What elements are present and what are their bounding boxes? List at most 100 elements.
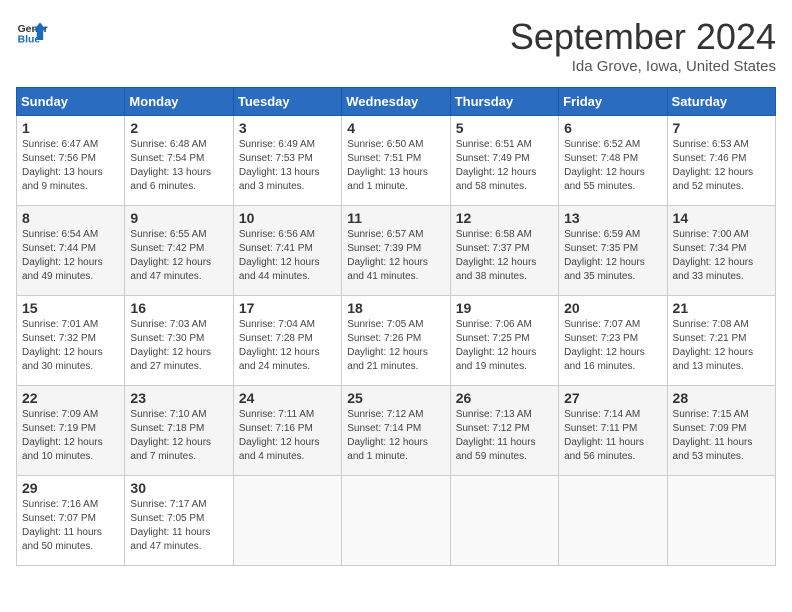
day-info: Sunrise: 6:58 AMSunset: 7:37 PMDaylight:…	[456, 228, 553, 284]
header-sunday: Sunday	[17, 88, 125, 116]
header-friday: Friday	[559, 88, 667, 116]
day-number: 24	[239, 390, 336, 406]
day-info: Sunrise: 7:05 AMSunset: 7:26 PMDaylight:…	[347, 318, 444, 374]
calendar-cell: 9Sunrise: 6:55 AMSunset: 7:42 PMDaylight…	[125, 206, 233, 296]
day-info: Sunrise: 6:47 AMSunset: 7:56 PMDaylight:…	[22, 138, 119, 194]
day-number: 6	[564, 120, 661, 136]
calendar-cell	[667, 476, 775, 566]
week-row-2: 8 Sunrise: 6:54 AMSunset: 7:44 PMDaylight…	[17, 206, 776, 296]
day-number: 8	[22, 210, 119, 226]
day-info: Sunrise: 7:13 AMSunset: 7:12 PMDaylight:…	[456, 408, 553, 464]
calendar-cell: 6 Sunrise: 6:52 AMSunset: 7:48 PMDaylight…	[559, 116, 667, 206]
week-row-1: 1 Sunrise: 6:47 AMSunset: 7:56 PMDaylight…	[17, 116, 776, 206]
calendar-cell: 7 Sunrise: 6:53 AMSunset: 7:46 PMDaylight…	[667, 116, 775, 206]
calendar-cell: 1 Sunrise: 6:47 AMSunset: 7:56 PMDaylight…	[17, 116, 125, 206]
header-row: SundayMondayTuesdayWednesdayThursdayFrid…	[17, 88, 776, 116]
day-number: 26	[456, 390, 553, 406]
day-info: Sunrise: 6:54 AMSunset: 7:44 PMDaylight:…	[22, 228, 119, 284]
day-number: 23	[130, 390, 227, 406]
day-info: Sunrise: 7:11 AMSunset: 7:16 PMDaylight:…	[239, 408, 336, 464]
day-info: Sunrise: 7:00 AMSunset: 7:34 PMDaylight:…	[673, 228, 770, 284]
day-info: Sunrise: 7:12 AMSunset: 7:14 PMDaylight:…	[347, 408, 444, 464]
day-number: 14	[673, 210, 770, 226]
day-info: Sunrise: 7:01 AMSunset: 7:32 PMDaylight:…	[22, 318, 119, 374]
day-number: 3	[239, 120, 336, 136]
day-info: Sunrise: 7:06 AMSunset: 7:25 PMDaylight:…	[456, 318, 553, 374]
calendar-cell: 26 Sunrise: 7:13 AMSunset: 7:12 PMDayligh…	[450, 386, 558, 476]
calendar-cell	[233, 476, 341, 566]
day-number: 2	[130, 120, 227, 136]
calendar-cell: 25 Sunrise: 7:12 AMSunset: 7:14 PMDayligh…	[342, 386, 450, 476]
day-info: Sunrise: 6:52 AMSunset: 7:48 PMDaylight:…	[564, 138, 661, 194]
calendar-cell: 11Sunrise: 6:57 AMSunset: 7:39 PMDayligh…	[342, 206, 450, 296]
calendar-cell: 21 Sunrise: 7:08 AMSunset: 7:21 PMDayligh…	[667, 296, 775, 386]
calendar-cell: 14 Sunrise: 7:00 AMSunset: 7:34 PMDayligh…	[667, 206, 775, 296]
day-number: 7	[673, 120, 770, 136]
day-number: 15	[22, 300, 119, 316]
day-info: Sunrise: 7:14 AMSunset: 7:11 PMDaylight:…	[564, 408, 661, 464]
day-number: 25	[347, 390, 444, 406]
calendar-cell	[342, 476, 450, 566]
day-number: 29	[22, 480, 119, 496]
day-number: 19	[456, 300, 553, 316]
day-info: Sunrise: 7:09 AMSunset: 7:19 PMDaylight:…	[22, 408, 119, 464]
calendar-cell: 20 Sunrise: 7:07 AMSunset: 7:23 PMDayligh…	[559, 296, 667, 386]
header-wednesday: Wednesday	[342, 88, 450, 116]
calendar-cell: 22Sunrise: 7:09 AMSunset: 7:19 PMDayligh…	[17, 386, 125, 476]
day-number: 18	[347, 300, 444, 316]
calendar-cell: 30 Sunrise: 7:17 AMSunset: 7:05 PMDayligh…	[125, 476, 233, 566]
calendar-cell: 8 Sunrise: 6:54 AMSunset: 7:44 PMDaylight…	[17, 206, 125, 296]
week-row-4: 22Sunrise: 7:09 AMSunset: 7:19 PMDayligh…	[17, 386, 776, 476]
day-info: Sunrise: 7:08 AMSunset: 7:21 PMDaylight:…	[673, 318, 770, 374]
day-number: 30	[130, 480, 227, 496]
location-title: Ida Grove, Iowa, United States	[510, 58, 776, 75]
day-number: 28	[673, 390, 770, 406]
header-thursday: Thursday	[450, 88, 558, 116]
day-info: Sunrise: 7:03 AMSunset: 7:30 PMDaylight:…	[130, 318, 227, 374]
calendar-cell: 23 Sunrise: 7:10 AMSunset: 7:18 PMDayligh…	[125, 386, 233, 476]
calendar-cell: 3Sunrise: 6:49 AMSunset: 7:53 PMDaylight…	[233, 116, 341, 206]
day-info: Sunrise: 7:16 AMSunset: 7:07 PMDaylight:…	[22, 498, 119, 554]
calendar-cell	[559, 476, 667, 566]
day-info: Sunrise: 7:17 AMSunset: 7:05 PMDaylight:…	[130, 498, 227, 554]
calendar-cell: 19 Sunrise: 7:06 AMSunset: 7:25 PMDayligh…	[450, 296, 558, 386]
calendar-cell	[450, 476, 558, 566]
logo: General Blue	[16, 16, 48, 48]
day-number: 1	[22, 120, 119, 136]
header-monday: Monday	[125, 88, 233, 116]
week-row-5: 29 Sunrise: 7:16 AMSunset: 7:07 PMDayligh…	[17, 476, 776, 566]
header-tuesday: Tuesday	[233, 88, 341, 116]
day-info: Sunrise: 6:56 AMSunset: 7:41 PMDaylight:…	[239, 228, 336, 284]
day-info: Sunrise: 6:48 AMSunset: 7:54 PMDaylight:…	[130, 138, 227, 194]
day-number: 20	[564, 300, 661, 316]
calendar-cell: 12 Sunrise: 6:58 AMSunset: 7:37 PMDayligh…	[450, 206, 558, 296]
day-info: Sunrise: 7:04 AMSunset: 7:28 PMDaylight:…	[239, 318, 336, 374]
calendar-table: SundayMondayTuesdayWednesdayThursdayFrid…	[16, 87, 776, 566]
day-number: 12	[456, 210, 553, 226]
day-info: Sunrise: 7:07 AMSunset: 7:23 PMDaylight:…	[564, 318, 661, 374]
day-number: 27	[564, 390, 661, 406]
day-info: Sunrise: 6:57 AMSunset: 7:39 PMDaylight:…	[347, 228, 444, 284]
day-number: 17	[239, 300, 336, 316]
logo-icon: General Blue	[16, 16, 48, 48]
day-info: Sunrise: 6:53 AMSunset: 7:46 PMDaylight:…	[673, 138, 770, 194]
calendar-cell: 28 Sunrise: 7:15 AMSunset: 7:09 PMDayligh…	[667, 386, 775, 476]
calendar-cell: 27 Sunrise: 7:14 AMSunset: 7:11 PMDayligh…	[559, 386, 667, 476]
day-info: Sunrise: 7:15 AMSunset: 7:09 PMDaylight:…	[673, 408, 770, 464]
day-number: 10	[239, 210, 336, 226]
day-info: Sunrise: 6:51 AMSunset: 7:49 PMDaylight:…	[456, 138, 553, 194]
calendar-cell: 15 Sunrise: 7:01 AMSunset: 7:32 PMDayligh…	[17, 296, 125, 386]
day-info: Sunrise: 6:59 AMSunset: 7:35 PMDaylight:…	[564, 228, 661, 284]
calendar-cell: 29 Sunrise: 7:16 AMSunset: 7:07 PMDayligh…	[17, 476, 125, 566]
day-info: Sunrise: 7:10 AMSunset: 7:18 PMDaylight:…	[130, 408, 227, 464]
day-info: Sunrise: 6:50 AMSunset: 7:51 PMDaylight:…	[347, 138, 444, 194]
calendar-cell: 13Sunrise: 6:59 AMSunset: 7:35 PMDayligh…	[559, 206, 667, 296]
header: General Blue September 2024 Ida Grove, I…	[16, 16, 776, 75]
calendar-cell: 4Sunrise: 6:50 AMSunset: 7:51 PMDaylight…	[342, 116, 450, 206]
day-number: 21	[673, 300, 770, 316]
calendar-cell: 16Sunrise: 7:03 AMSunset: 7:30 PMDayligh…	[125, 296, 233, 386]
calendar-cell: 5Sunrise: 6:51 AMSunset: 7:49 PMDaylight…	[450, 116, 558, 206]
month-title: September 2024	[510, 16, 776, 58]
calendar-cell: 2 Sunrise: 6:48 AMSunset: 7:54 PMDaylight…	[125, 116, 233, 206]
week-row-3: 15 Sunrise: 7:01 AMSunset: 7:32 PMDayligh…	[17, 296, 776, 386]
